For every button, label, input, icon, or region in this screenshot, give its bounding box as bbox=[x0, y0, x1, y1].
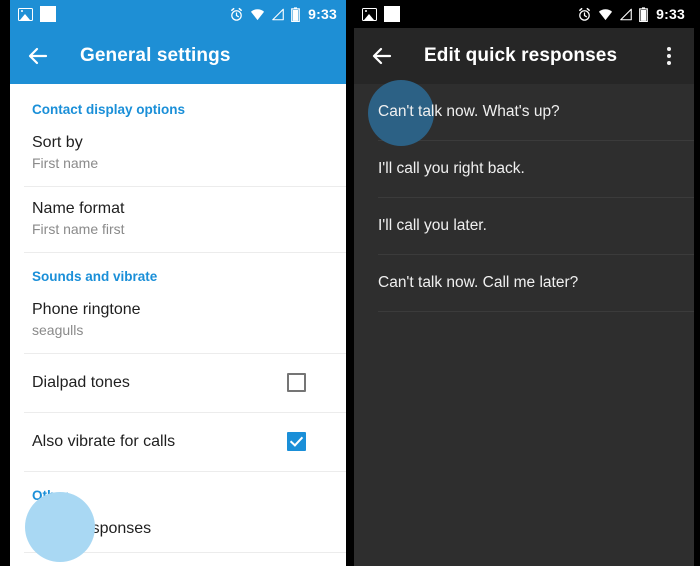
back-arrow-icon[interactable] bbox=[26, 44, 50, 68]
signal-icon bbox=[620, 8, 632, 20]
setting-row-also-vibrate-for-calls[interactable]: Also vibrate for calls bbox=[10, 413, 346, 471]
quick-response-item-3[interactable]: I'll call you later. bbox=[354, 198, 694, 254]
status-bar: 9:33 bbox=[354, 0, 694, 28]
more-options-icon[interactable] bbox=[658, 43, 680, 69]
setting-subtitle: First name bbox=[32, 155, 99, 171]
general-settings-screen: 9:33 General settings Contact display op… bbox=[10, 0, 346, 566]
setting-row-dialpad-tones[interactable]: Dialpad tones bbox=[10, 354, 346, 412]
alarm-icon bbox=[579, 7, 591, 21]
section-header-sounds-and-vibrate: Sounds and vibrate bbox=[32, 269, 158, 284]
quick-response-text: I'll call you right back. bbox=[378, 160, 525, 177]
edit-quick-responses-screen: 9:33 Edit quick responses Can't talk now… bbox=[354, 0, 694, 566]
status-bar-system-icons: 9:33 bbox=[229, 0, 337, 28]
setting-row-sort-by[interactable]: Sort by First name bbox=[10, 121, 346, 186]
setting-row-texts: Also vibrate for calls bbox=[32, 431, 175, 452]
wifi-icon bbox=[599, 8, 613, 20]
quick-response-text: Can't talk now. Call me later? bbox=[378, 274, 579, 291]
status-bar: 9:33 bbox=[10, 0, 346, 28]
section-header-contact-display-options: Contact display options bbox=[32, 102, 186, 117]
left-phone-frame: 9:33 General settings Contact display op… bbox=[0, 0, 350, 566]
app-bar: General settings bbox=[10, 28, 346, 84]
settings-list: Contact display options Sort by First na… bbox=[10, 84, 346, 553]
quick-responses-list: Can't talk now. What's up? I'll call you… bbox=[354, 80, 694, 312]
status-bar-clock: 9:33 bbox=[656, 6, 685, 22]
setting-row-texts: Dialpad tones bbox=[32, 372, 130, 393]
right-phone-frame: 9:33 Edit quick responses Can't talk now… bbox=[350, 0, 700, 566]
back-arrow-icon[interactable] bbox=[370, 44, 394, 68]
photo-icon bbox=[362, 7, 377, 21]
list-divider bbox=[378, 311, 694, 312]
setting-row-texts: Sort by First name bbox=[32, 132, 98, 173]
page-title: General settings bbox=[80, 45, 231, 66]
status-bar-notification-icons bbox=[18, 6, 56, 22]
white-square-icon bbox=[384, 6, 400, 22]
setting-subtitle: First name first bbox=[32, 221, 125, 237]
section-header-other: Other bbox=[32, 488, 69, 503]
setting-row-texts: Name format First name first bbox=[32, 198, 125, 239]
setting-title: Dialpad tones bbox=[32, 374, 130, 391]
setting-title: Sort by bbox=[32, 134, 83, 151]
setting-row-texts: Quick responses bbox=[32, 518, 151, 539]
setting-title: Phone ringtone bbox=[32, 301, 141, 318]
setting-row-phone-ringtone[interactable]: Phone ringtone seagulls bbox=[10, 288, 346, 353]
list-divider bbox=[24, 552, 346, 553]
quick-response-text: I'll call you later. bbox=[378, 217, 487, 234]
app-bar: Edit quick responses bbox=[354, 28, 694, 84]
dot bbox=[667, 61, 671, 65]
quick-response-item-1[interactable]: Can't talk now. What's up? bbox=[354, 80, 694, 146]
dot bbox=[667, 47, 671, 51]
setting-row-texts: Phone ringtone seagulls bbox=[32, 299, 141, 340]
dual-phone-screenshot: 9:33 General settings Contact display op… bbox=[0, 0, 700, 566]
battery-icon bbox=[291, 6, 301, 22]
dialpad-tones-checkbox[interactable] bbox=[287, 373, 306, 392]
setting-title: Name format bbox=[32, 200, 125, 217]
quick-response-item-2[interactable]: I'll call you right back. bbox=[354, 141, 694, 197]
setting-title: Also vibrate for calls bbox=[32, 433, 176, 450]
alarm-icon bbox=[231, 7, 243, 21]
setting-row-quick-responses[interactable]: Quick responses bbox=[10, 507, 346, 552]
page-title: Edit quick responses bbox=[424, 45, 618, 66]
quick-response-text: Can't talk now. What's up? bbox=[378, 103, 560, 120]
setting-row-name-format[interactable]: Name format First name first bbox=[10, 187, 346, 252]
also-vibrate-for-calls-checkbox[interactable] bbox=[287, 432, 306, 451]
photo-icon bbox=[18, 7, 33, 21]
setting-title: Quick responses bbox=[32, 520, 152, 537]
battery-icon bbox=[639, 6, 649, 22]
wifi-icon bbox=[251, 8, 265, 20]
setting-subtitle: seagulls bbox=[32, 322, 84, 338]
status-bar-notification-icons bbox=[362, 6, 400, 22]
dot bbox=[667, 54, 671, 58]
quick-response-item-4[interactable]: Can't talk now. Call me later? bbox=[354, 255, 694, 311]
white-square-icon bbox=[40, 6, 56, 22]
status-bar-system-icons: 9:33 bbox=[577, 0, 685, 28]
status-bar-clock: 9:33 bbox=[308, 6, 337, 22]
signal-icon bbox=[272, 8, 284, 20]
